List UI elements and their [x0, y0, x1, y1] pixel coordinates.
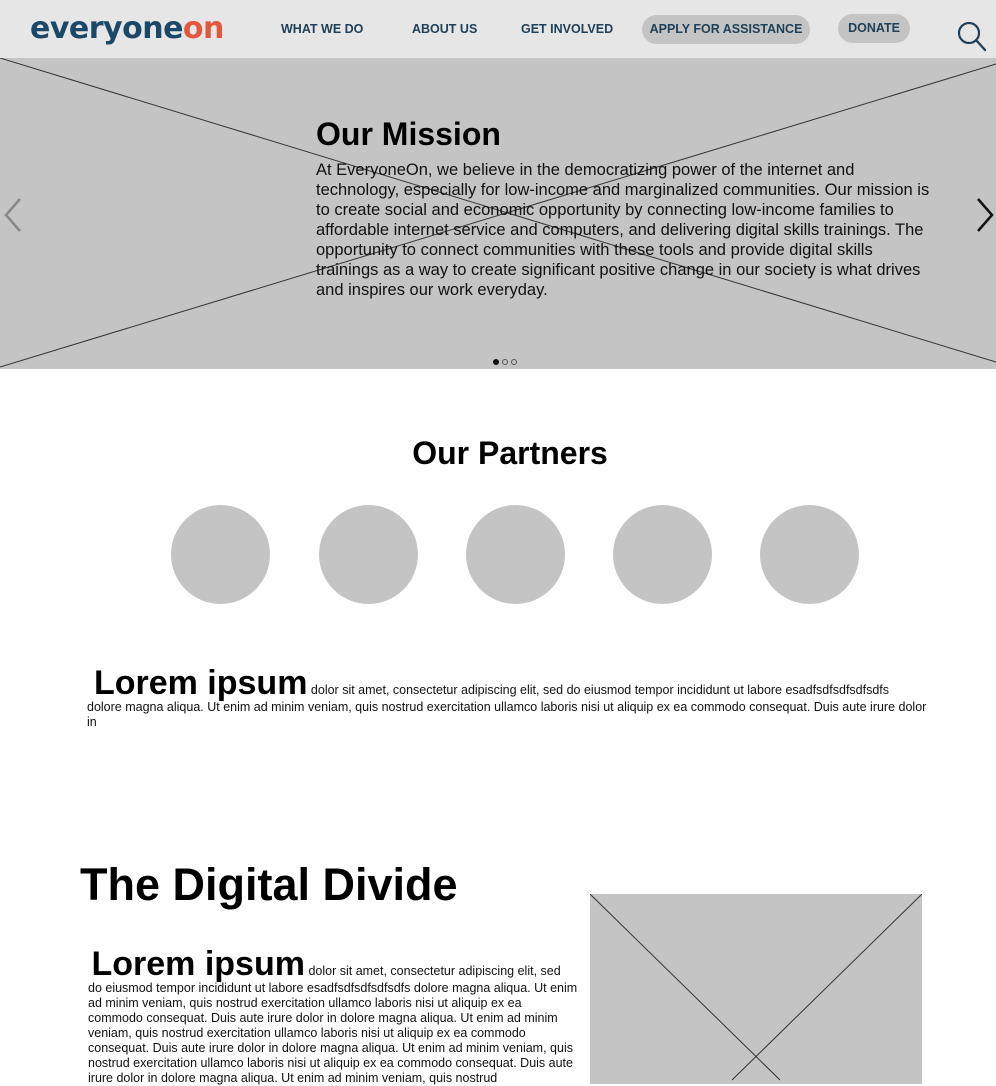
partner-logo[interactable]	[760, 505, 859, 604]
partner-logo[interactable]	[613, 505, 712, 604]
logo-text-on: on	[182, 11, 224, 46]
carousel-dot-active[interactable]	[493, 359, 499, 365]
chevron-left-icon[interactable]	[2, 195, 26, 235]
carousel-dot[interactable]	[511, 359, 517, 365]
nav-what-we-do[interactable]: WHAT WE DO	[281, 21, 363, 37]
site-logo[interactable]: everyoneon	[30, 11, 224, 47]
search-icon[interactable]	[956, 20, 988, 52]
mission-carousel: Our Mission At EveryoneOn, we believe in…	[0, 58, 996, 369]
nav-get-involved[interactable]: GET INVOLVED	[521, 21, 613, 37]
nav-about-us[interactable]: ABOUT US	[412, 21, 477, 37]
digital-divide-lead: Lorem ipsum	[91, 945, 305, 983]
apply-for-assistance-button[interactable]: APPLY FOR ASSISTANCE	[642, 15, 810, 44]
mission-title: Our Mission	[316, 116, 501, 152]
digital-divide-paragraph: Lorem ipsum dolor sit amet, consectetur …	[88, 947, 578, 1086]
site-header: everyoneon WHAT WE DO ABOUT US GET INVOL…	[0, 0, 996, 58]
partner-logo[interactable]	[466, 505, 565, 604]
mission-text: At EveryoneOn, we believe in the democra…	[316, 161, 930, 299]
digital-divide-title: The Digital Divide	[80, 859, 458, 910]
partner-logo[interactable]	[319, 505, 418, 604]
digital-divide-image-placeholder	[590, 894, 922, 1084]
donate-button[interactable]: DONATE	[838, 14, 910, 43]
partners-title: Our Partners	[412, 435, 608, 471]
logo-text-everyone: everyone	[30, 11, 183, 46]
intro-paragraph: Lorem ipsum dolor sit amet, consectetur …	[87, 666, 927, 730]
carousel-indicators	[493, 359, 523, 365]
intro-lead: Lorem ipsum	[93, 664, 308, 702]
partner-logo[interactable]	[171, 505, 270, 604]
digital-divide-text: dolor sit amet, consectetur adipiscing e…	[88, 964, 578, 1085]
carousel-dot[interactable]	[502, 359, 508, 365]
chevron-right-icon[interactable]	[972, 195, 996, 235]
